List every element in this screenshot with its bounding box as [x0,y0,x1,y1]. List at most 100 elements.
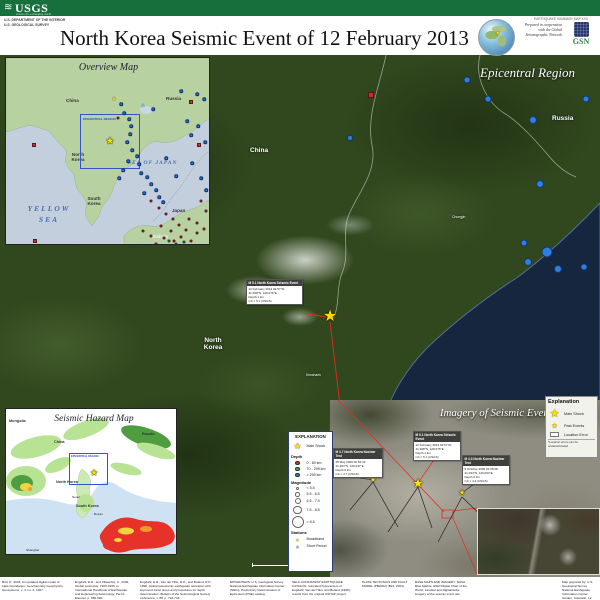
reference: BASE MAPS AND IMAGERY: NASA Blue Marble;… [415,580,467,596]
label-chongjin: Chongjin [452,215,465,219]
dot-marker [117,117,120,120]
dot-marker [157,195,161,199]
dot-marker [154,188,158,192]
callout-2013-event: M 5.1 North Korea Seismic Event 12 Febru… [413,431,461,461]
dot-marker [150,200,153,203]
dot-marker [185,229,188,232]
station-square [368,92,374,98]
dot-marker [163,237,166,240]
overview-title: Overview Map [61,62,156,73]
imagery-explanation-title: Explanation [548,399,595,405]
dot-marker [175,243,178,246]
dot-marker [188,218,191,221]
dot-marker [127,117,131,121]
usgs-earthquake-poster: Epicentral Region China Russia North Kor… [0,0,600,600]
sq-marker [197,143,201,147]
dot-marker [129,124,133,128]
dot-marker [117,176,121,180]
label-kimchaek: Kimchaek [306,373,321,377]
label-china: China [250,147,268,154]
dot-marker [137,162,141,166]
hazard-epicentral-box: EPICENTRAL REGION [69,453,108,485]
dot-marker [151,107,155,111]
legend-title: EXPLANATION [291,434,330,439]
dot-marker [121,168,125,172]
dot-marker [183,241,186,244]
department-lines: U.S. DEPARTMENT OF THE INTERIOR U.S. GEO… [4,18,65,28]
usgs-wave-icon: ≋ [4,2,12,13]
dot-marker [180,236,183,239]
event-site-photo-inset [477,508,600,575]
ov-label-russia: Russia [166,96,181,101]
reference: PLATE TECTONICS AND FAULT MODEL (PB2002)… [362,580,410,588]
dot-marker [202,97,206,101]
overview-epicenter-star: ★ [106,137,115,147]
reference: EPICENTERS: U.S. Geological Survey Natio… [230,580,285,596]
label-north-korea: North Korea [198,337,228,351]
label-russia: Russia [552,115,573,122]
seismicity-dot [521,240,528,247]
dot-marker [142,230,145,233]
dot-marker [158,207,161,210]
dot-marker [149,182,153,186]
short-period-triangle-icon [291,544,304,549]
scale-bar-line [252,565,292,566]
broadband-triangle-icon [291,537,304,542]
dot-marker [161,200,165,204]
depth-shallow-swatch [295,461,300,466]
dot-marker [189,133,193,137]
dot-marker [204,188,208,192]
cooperation-note: Prepared in cooperation with the Global … [518,23,562,38]
magnitude-circle-4 [293,506,302,515]
region-title: Epicentral Region [480,65,575,81]
dot-marker [172,218,175,221]
dot-marker [119,102,123,106]
map-legend: EXPLANATION Main Shock Depth 0 - 69 km 7… [288,431,333,572]
legend-magnitude-title: Magnitude [291,480,330,485]
main-shock-star: ★ [323,309,337,325]
ov-label-yellow-sea: YELLOW SEA [20,204,78,225]
reference: Bird, P., 2003, An updated digital model… [2,580,64,592]
hz-label-mongolia: Mongolia [9,419,26,423]
main-shock-star-icon [291,441,304,452]
dot-marker [196,124,200,128]
usgs-green-bar: ≋ USGS science for a changing world [0,0,600,16]
seismicity-dot [347,135,353,141]
dot-marker [170,230,173,233]
dot-marker [179,89,183,93]
seismic-hazard-map-inset: Seismic Hazard Map Mongolia China Russia… [5,408,177,555]
dot-marker [196,222,199,225]
dot-marker [135,154,139,158]
reference: SELF-CONSISTENT EARTHQUAKE CATALOG: relo… [292,580,354,596]
dot-marker [128,132,132,136]
reference: Engdahl, E.R., Van der Hilst, R.D., and … [140,580,212,600]
dot-marker [160,225,163,228]
gsn-label: GSN [566,37,596,46]
ov-label-china: China [66,98,79,103]
hz-label-south-korea: South Korea [76,504,99,508]
magnitude-circle-3 [295,498,301,504]
station-triangle: ▲ [141,104,146,109]
seismicity-dot [464,77,471,84]
dot-marker [126,159,130,163]
dot-marker [122,111,126,115]
dot-marker [164,156,168,160]
reference: Map prepared by: U.S. Geological Survey … [562,580,598,600]
magnitude-circle-1 [296,487,299,490]
ov-label-south-korea: South Korea [82,196,106,207]
seismicity-dot [542,247,553,258]
dot-marker [200,200,203,203]
depth-deep-swatch [295,473,300,478]
seismicity-dot [581,264,588,271]
dot-marker [145,175,149,179]
hazard-title: Seismic Hazard Map [44,414,144,424]
sq-marker [32,143,36,147]
seismicity-dot [529,116,537,124]
dot-marker [168,240,171,243]
sq-marker [189,100,193,104]
overview-map-inset: Overview Map China Russia North Korea So… [5,57,210,245]
dot-marker [139,171,143,175]
depth-intermediate-swatch [295,467,300,472]
references-footer: Bird, P., 2003, An updated digital model… [0,577,600,600]
gsn-globe-icon [574,22,589,37]
